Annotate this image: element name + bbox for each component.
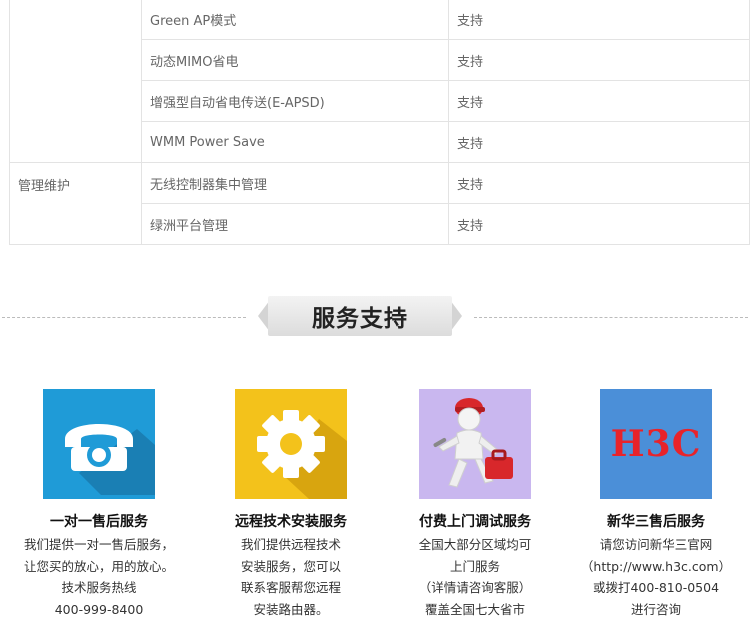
service-card-aftersale: 一对一售后服务 我们提供一对一售后服务， 让您买的放心，用的放心。 技术服务热线… bbox=[4, 389, 194, 620]
service-name: 付费上门调试服务 bbox=[419, 514, 531, 530]
value-cell: 支持 bbox=[448, 80, 750, 122]
desc-line: 我们提供远程技术 bbox=[240, 537, 341, 552]
feature-cell: WMM Power Save bbox=[141, 121, 449, 163]
table-row: Green AP模式 支持 bbox=[9, 0, 750, 163]
desc-line: 或拨打400-810-0504 bbox=[592, 580, 720, 595]
value-cell: 支持 bbox=[448, 203, 750, 245]
desc-line: 上门服务 bbox=[449, 558, 500, 574]
desc-line: 联系客服帮您远程 bbox=[240, 580, 341, 595]
value-cell: 支持 bbox=[448, 162, 750, 204]
service-desc: 全国大部分区域均可 上门服务 （详情请咨询客服） 覆盖全国七大省市 bbox=[380, 534, 570, 620]
category-cell: 管理维护 bbox=[9, 162, 142, 245]
feature-cell: 动态MIMO省电 bbox=[141, 39, 449, 81]
desc-line: 全国大部分区域均可 bbox=[418, 537, 532, 552]
feature-cell: 增强型自动省电传送(E-APSD) bbox=[141, 80, 449, 122]
repairman-icon bbox=[419, 389, 531, 499]
service-card-h3c: H3C 新华三售后服务 请您访问新华三官网 （http://www.h3c.co… bbox=[561, 389, 750, 620]
table-row: 管理维护 无线控制器集中管理 支持 bbox=[9, 162, 750, 245]
desc-line: 技术服务热线 bbox=[61, 580, 137, 595]
service-name: 一对一售后服务 bbox=[50, 514, 148, 530]
service-name: 远程技术安装服务 bbox=[235, 514, 347, 530]
feature-cell: 无线控制器集中管理 bbox=[141, 162, 449, 204]
desc-line: 安装服务，您可以 bbox=[240, 558, 341, 574]
website-link[interactable]: （http://www.h3c.com） bbox=[561, 556, 750, 578]
service-desc: 我们提供远程技术 安装服务，您可以 联系客服帮您远程 安装路由器。 bbox=[196, 534, 386, 620]
dashed-divider-left bbox=[2, 317, 246, 318]
service-desc: 请您访问新华三官网 （http://www.h3c.com） 或拨打400-81… bbox=[561, 534, 750, 620]
banner-body: 服务支持 bbox=[268, 296, 452, 336]
service-card-onsite: 付费上门调试服务 全国大部分区域均可 上门服务 （详情请咨询客服） 覆盖全国七大… bbox=[380, 389, 570, 620]
service-name: 新华三售后服务 bbox=[607, 514, 705, 530]
h3c-logo: H3C bbox=[600, 389, 712, 499]
hotline-number: 400-999-8400 bbox=[54, 601, 144, 617]
value-cell: 支持 bbox=[448, 39, 750, 81]
value-cell: 支持 bbox=[448, 121, 750, 163]
service-desc: 我们提供一对一售后服务， 让您买的放心，用的放心。 技术服务热线 400-999… bbox=[4, 534, 194, 620]
category-cell bbox=[9, 0, 142, 163]
desc-line: 进行咨询 bbox=[630, 601, 681, 617]
dashed-divider-right bbox=[474, 317, 748, 318]
value-cell: 支持 bbox=[448, 0, 750, 40]
telephone-icon bbox=[43, 389, 155, 499]
desc-line: 覆盖全国七大省市 bbox=[424, 601, 525, 617]
desc-line: 我们提供一对一售后服务， bbox=[23, 537, 174, 552]
gear-icon bbox=[235, 389, 347, 499]
feature-cell: Green AP模式 bbox=[141, 0, 449, 40]
desc-line: 请您访问新华三官网 bbox=[599, 537, 713, 552]
desc-line: （详情请咨询客服） bbox=[418, 580, 532, 595]
section-title: 服务支持 bbox=[312, 306, 408, 332]
service-card-remote-install: 远程技术安装服务 我们提供远程技术 安装服务，您可以 联系客服帮您远程 安装路由… bbox=[196, 389, 386, 620]
feature-cell: 绿洲平台管理 bbox=[141, 203, 449, 245]
svg-text:H3C: H3C bbox=[611, 423, 702, 465]
section-banner: 服务支持 bbox=[258, 296, 462, 336]
desc-line: 让您买的放心，用的放心。 bbox=[23, 558, 174, 574]
desc-line: 安装路由器。 bbox=[253, 601, 329, 617]
spec-table: Green AP模式 支持 动态MIMO省电 支持 增强型自动省电传送(E-AP… bbox=[9, 0, 750, 245]
service-section-header: 服务支持 bbox=[0, 296, 750, 340]
